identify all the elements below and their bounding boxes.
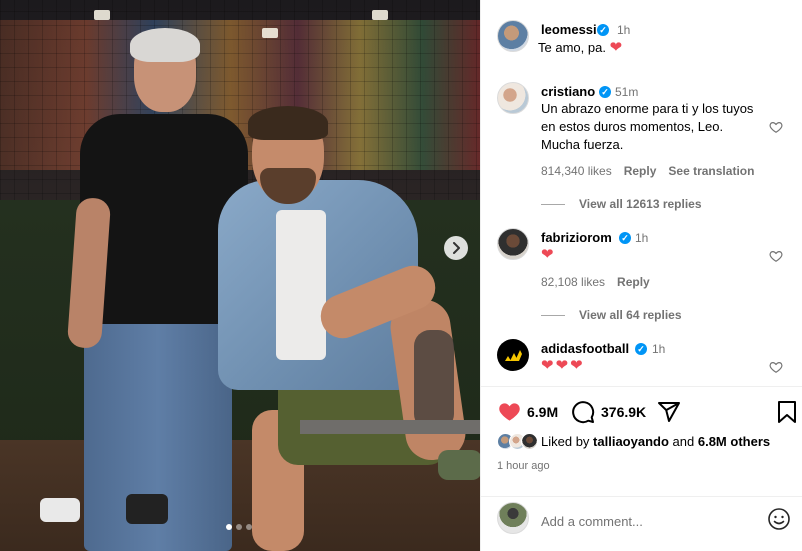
comment-meta: 814,340 likes Reply See translation: [541, 164, 766, 178]
reply-button[interactable]: Reply: [617, 275, 650, 289]
verified-badge-icon: ✓: [619, 232, 631, 244]
liked-by-and: and: [672, 434, 695, 449]
add-comment-bar: [481, 496, 802, 551]
post-caption: Te amo, pa. ❤: [538, 39, 622, 57]
liker-avatar: [521, 433, 538, 450]
view-replies-button[interactable]: View all 12613 replies: [541, 197, 702, 211]
comment-username[interactable]: fabriziorom: [541, 230, 612, 245]
commenter-avatar[interactable]: [497, 82, 529, 114]
comment-meta: 82,108 likes Reply: [541, 275, 662, 289]
comment-time: 1h: [652, 342, 666, 356]
comment-likes[interactable]: 82,108 likes: [541, 275, 605, 289]
author-avatar[interactable]: [497, 20, 529, 52]
next-media-button[interactable]: [444, 236, 468, 260]
heart-outline-icon[interactable]: [769, 249, 783, 263]
current-user-avatar: [497, 502, 529, 534]
pagination-dot: [226, 524, 232, 530]
heart-filled-icon: ❤: [609, 39, 623, 56]
comment-username[interactable]: cristiano: [541, 84, 595, 99]
verified-badge-icon: ✓: [635, 343, 647, 355]
ceiling-light: [372, 10, 388, 20]
comment-text: ❤❤❤: [541, 357, 585, 374]
emoji-icon[interactable]: [767, 507, 791, 531]
liked-by-text: Liked by talliaoyando and 6.8M others: [541, 434, 770, 449]
post-actions: 6.9M 376.9K Liked by talliaoyando and 6.…: [481, 386, 802, 496]
heart-filled-icon[interactable]: [497, 400, 522, 423]
post-media[interactable]: [0, 0, 480, 551]
bench: [300, 420, 480, 434]
verified-badge-icon: ✓: [599, 86, 611, 98]
comments-count[interactable]: 376.9K: [601, 404, 646, 420]
pagination-dot: [246, 524, 252, 530]
heart-outline-icon[interactable]: [769, 120, 783, 134]
bookmark-icon[interactable]: [777, 400, 797, 424]
post-timestamp: 1 hour ago: [497, 460, 550, 472]
person-right: [218, 106, 480, 551]
ceiling-light: [94, 10, 110, 20]
commenter-avatar[interactable]: [497, 339, 529, 371]
sneaker: [126, 494, 168, 524]
see-translation-button[interactable]: See translation: [668, 164, 754, 178]
heart-outline-icon[interactable]: [769, 360, 783, 374]
verified-badge-icon: ✓: [597, 24, 609, 36]
view-replies-button[interactable]: View all 64 replies: [541, 308, 682, 322]
comment-username[interactable]: adidasfootball: [541, 341, 629, 356]
comment-text: Un abrazo enorme para ti y los tuyos en …: [541, 101, 754, 152]
author-username[interactable]: leomessi: [541, 22, 597, 37]
comment-icon[interactable]: [571, 400, 595, 424]
media-pagination: [226, 524, 252, 530]
caption-text: Te amo, pa.: [538, 40, 606, 55]
sneaker: [40, 498, 80, 522]
liked-by-user[interactable]: talliaoyando: [593, 434, 669, 449]
comment-input[interactable]: [541, 511, 751, 531]
liked-by-others[interactable]: 6.8M others: [698, 434, 770, 449]
likes-count[interactable]: 6.9M: [527, 404, 558, 420]
commenter-avatar[interactable]: [497, 228, 529, 260]
liked-by-prefix: Liked by: [541, 434, 590, 449]
pagination-dot: [236, 524, 242, 530]
chevron-right-icon: [453, 242, 460, 254]
post-sidebar: leomessi ✓ 1h Te amo, pa. ❤ cristiano ✓ …: [480, 0, 802, 551]
comments-list[interactable]: leomessi ✓ 1h Te amo, pa. ❤ cristiano ✓ …: [481, 0, 802, 385]
comment-time: 1h: [635, 231, 649, 245]
adidas-logo-icon: [505, 350, 522, 361]
reply-button[interactable]: Reply: [624, 164, 657, 178]
share-icon[interactable]: [657, 400, 681, 424]
comment-time: 51m: [615, 85, 639, 99]
comment-text: ❤: [541, 246, 554, 263]
ceiling-light: [262, 28, 278, 38]
comment-likes[interactable]: 814,340 likes: [541, 164, 612, 178]
post-time: 1h: [617, 23, 631, 37]
